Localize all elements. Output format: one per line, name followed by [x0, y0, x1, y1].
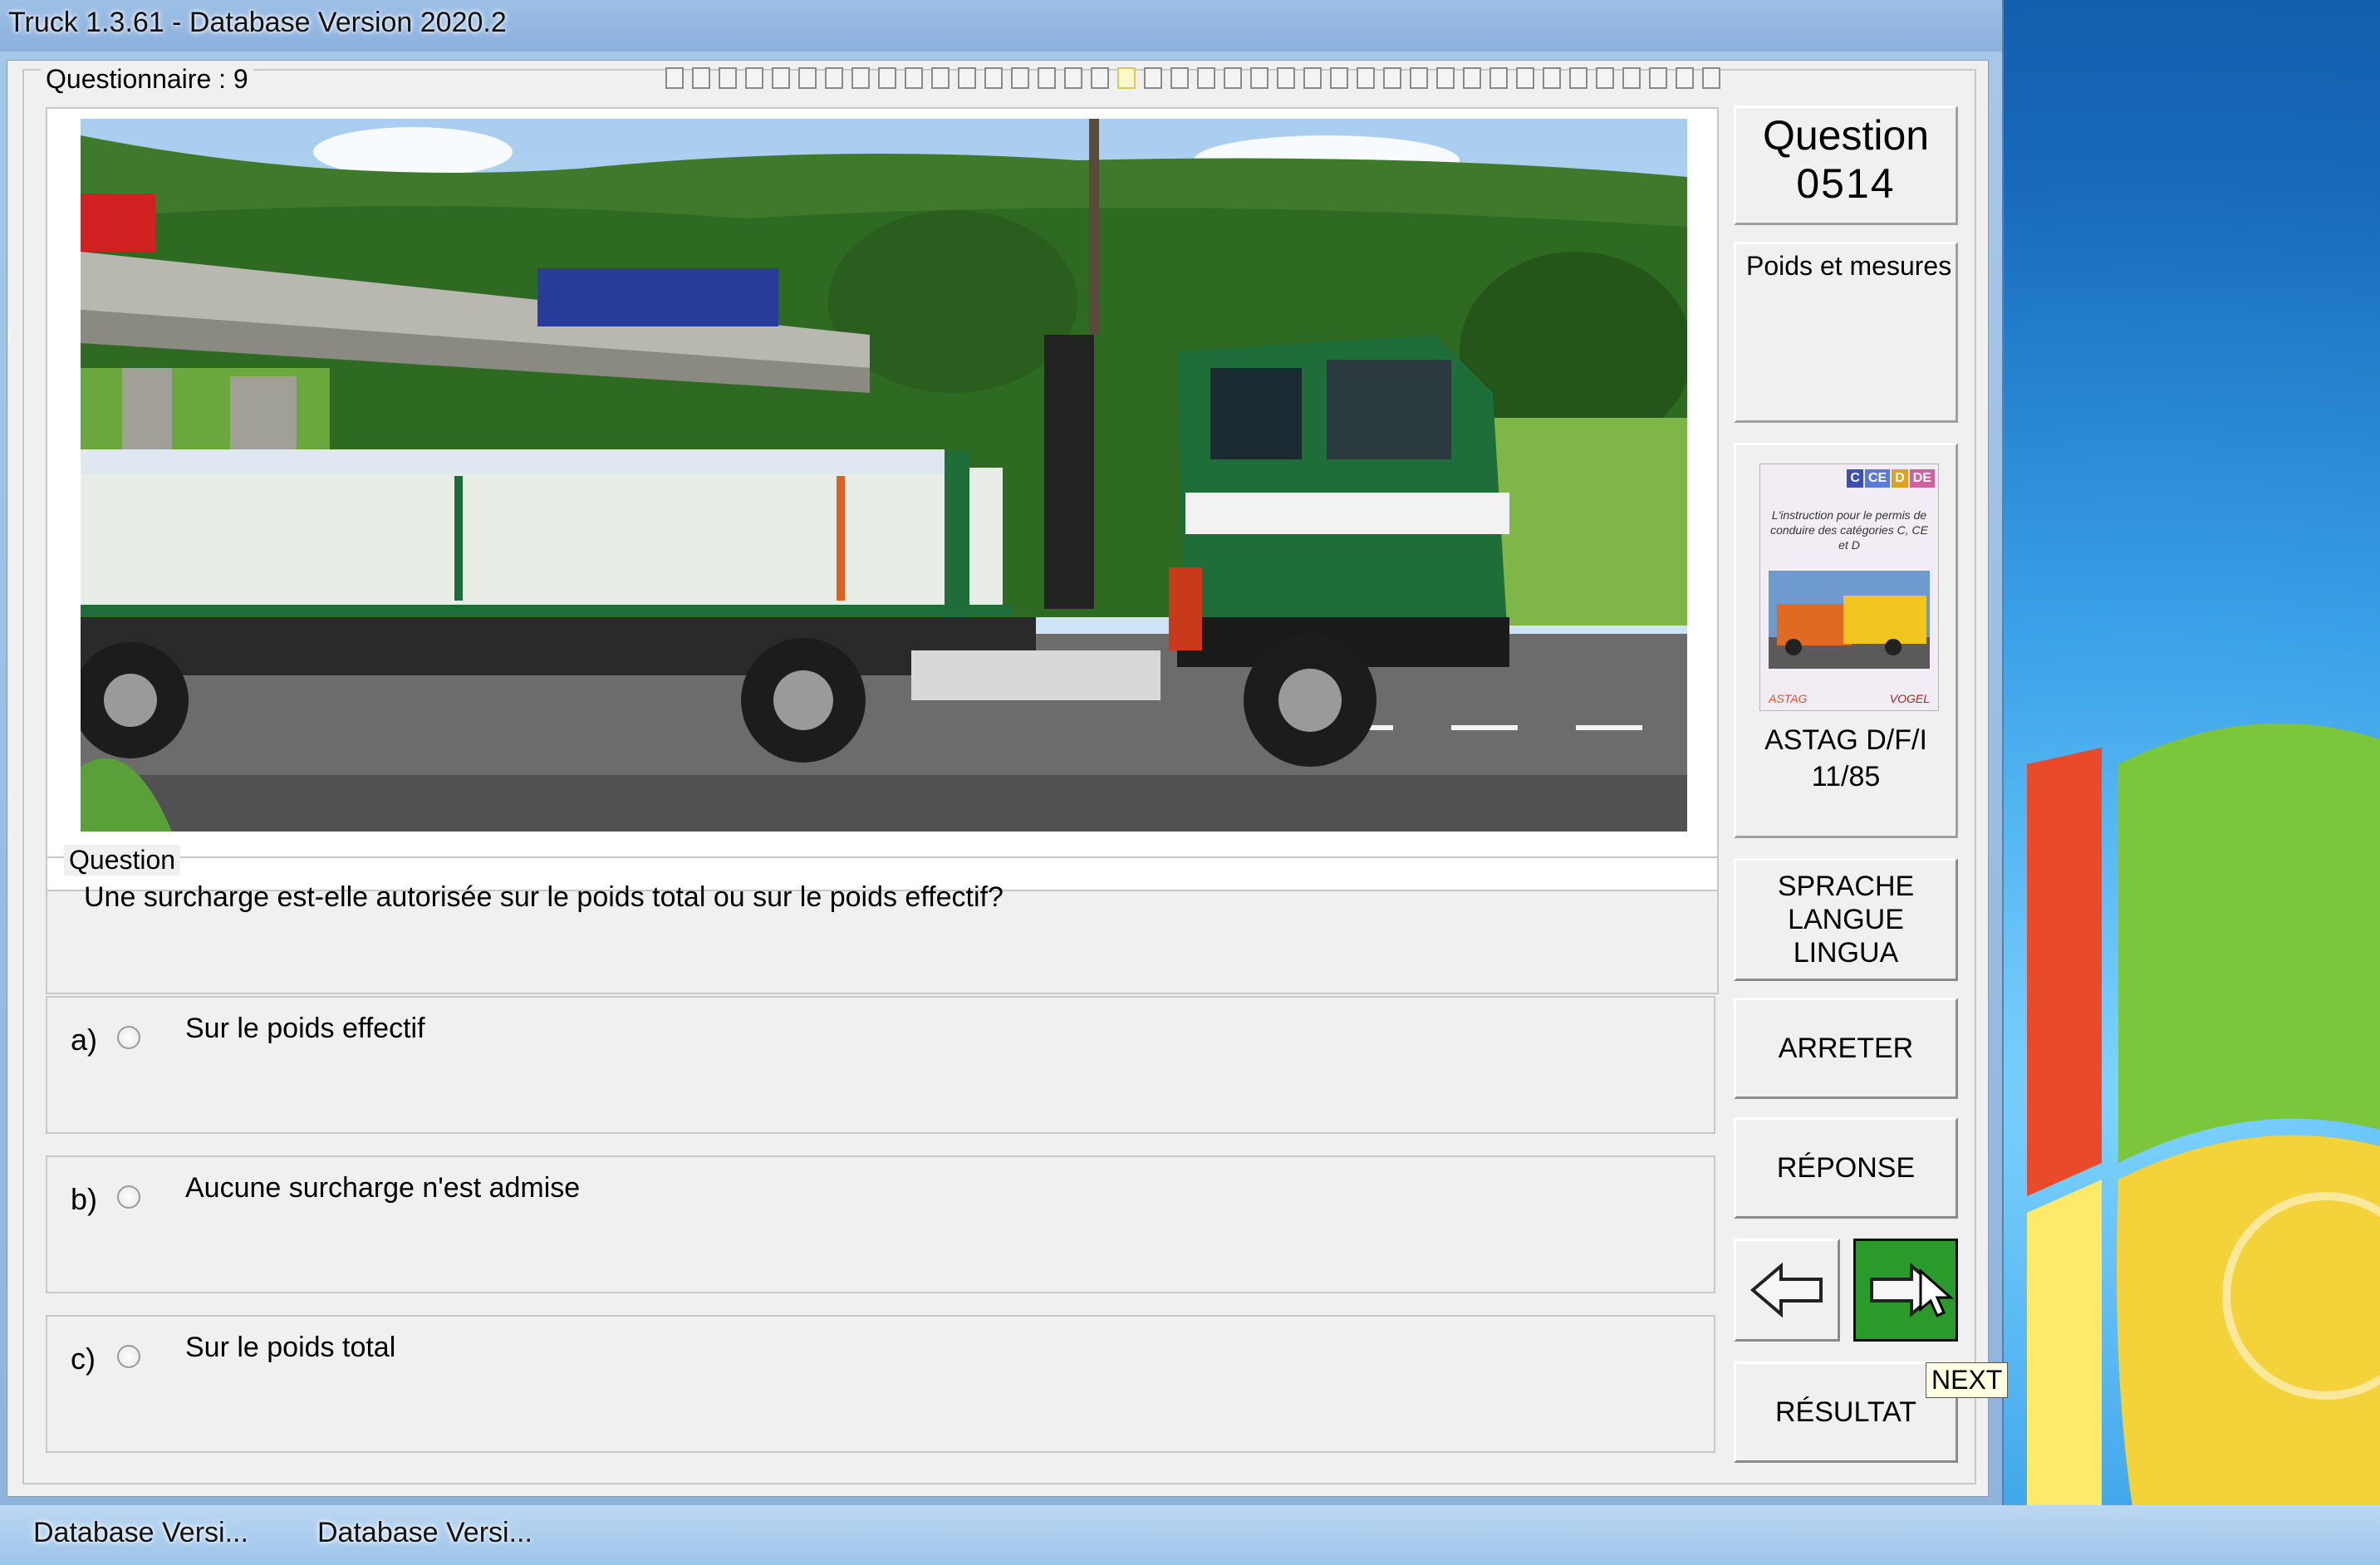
question-legend: Question: [64, 845, 181, 876]
windows-logo-icon: [2027, 723, 2380, 1565]
progress-cell: [1569, 67, 1587, 89]
progress-cell: [1649, 67, 1667, 89]
progress-cell: [825, 67, 843, 89]
progress-cell: [958, 67, 976, 89]
title-bar[interactable]: Truck 1.3.61 - Database Version 2020.2: [0, 0, 2002, 52]
progress-cell: [1463, 67, 1481, 89]
question-image: [81, 119, 1687, 832]
main-window: Truck 1.3.61 - Database Version 2020.2 Q…: [0, 0, 2009, 1505]
answer-option-a[interactable]: a) Sur le poids effectif: [46, 996, 1715, 1134]
progress-cell: [931, 67, 950, 89]
progress-cell: [851, 67, 870, 89]
question-image-frame: [46, 107, 1719, 891]
book-badge: CE: [1864, 469, 1891, 488]
answer-text: Sur le poids total: [185, 1332, 396, 1363]
arrow-left-icon: [1749, 1262, 1823, 1318]
progress-cell: [984, 67, 1003, 89]
progress-cell: [1330, 67, 1348, 89]
answer-letter: a): [71, 1023, 98, 1057]
answer-letter: b): [71, 1182, 98, 1216]
category-panel: Poids et mesures: [1734, 242, 1958, 423]
progress-cell: [1277, 67, 1295, 89]
language-button[interactable]: SPRACHE LANGUE LINGUA: [1734, 858, 1958, 981]
progress-cell: [1011, 67, 1029, 89]
questionnaire-label: Questionnaire : 9: [41, 64, 253, 95]
progress-cell: [1224, 67, 1242, 89]
book-category-badges: C CE D DE: [1847, 469, 1935, 488]
progress-cell: [1516, 67, 1534, 89]
question-number-panel: Question 0514: [1734, 105, 1958, 225]
taskbar: Database Versi... Database Versi...: [0, 1505, 2380, 1565]
progress-cell: [1064, 67, 1082, 89]
progress-cell: [772, 67, 790, 89]
book-cover-footer: ASTAG VOGEL: [1769, 692, 1930, 705]
progress-cell: [1170, 67, 1189, 89]
book-cover-image: C CE D DE L'instruction pour le permis de c…: [1759, 464, 1939, 711]
book-badge: DE: [1909, 469, 1935, 488]
book-badge: D: [1892, 469, 1908, 488]
progress-cell: [1144, 67, 1162, 89]
progress-cell: [1410, 67, 1428, 89]
book-cover-photo: [1769, 571, 1930, 669]
progress-strip: [665, 67, 1960, 91]
book-cover-title: L'instruction pour le permis de conduire…: [1770, 508, 1928, 552]
book-reference-panel: C CE D DE L'instruction pour le permis de c…: [1734, 443, 1958, 838]
result-button[interactable]: RÉSULTAT: [1734, 1361, 1958, 1463]
answer-c-radio[interactable]: [117, 1345, 140, 1368]
progress-cell: [745, 67, 763, 89]
progress-cell: [1622, 67, 1641, 89]
progress-cell: [878, 67, 896, 89]
question-number-label: Question: [1762, 112, 1930, 159]
previous-button[interactable]: [1734, 1239, 1840, 1342]
book-publisher-right: VOGEL: [1889, 692, 1930, 705]
question-text: Une surcharge est-elle autorisée sur le …: [84, 881, 1004, 913]
progress-cell: [1197, 67, 1215, 89]
answer-text: Sur le poids effectif: [185, 1013, 425, 1044]
next-tooltip: NEXT: [1926, 1362, 2009, 1398]
taskbar-item-1[interactable]: Database Versi...: [33, 1517, 248, 1549]
progress-cell: [1489, 67, 1508, 89]
window-title: Truck 1.3.61 - Database Version 2020.2: [8, 7, 507, 38]
progress-cell: [1596, 67, 1614, 89]
progress-cell: [1091, 67, 1109, 89]
answer-button[interactable]: RÉPONSE: [1734, 1117, 1958, 1219]
book-publisher-left: ASTAG: [1769, 692, 1808, 705]
progress-cell: [1702, 67, 1720, 89]
answer-option-c[interactable]: c) Sur le poids total: [46, 1315, 1715, 1453]
book-label-line2: 11/85: [1811, 761, 1881, 792]
progress-cell: [905, 67, 923, 89]
progress-cell: [665, 67, 684, 89]
answer-a-radio[interactable]: [117, 1026, 140, 1049]
progress-cell: [798, 67, 817, 89]
answer-text: Aucune surcharge n'est admise: [185, 1172, 581, 1204]
cursor-icon: [1919, 1269, 1954, 1318]
question-number-value: 0514: [1796, 160, 1896, 207]
answer-b-radio[interactable]: [117, 1185, 140, 1209]
book-label-line1: ASTAG D/F/I: [1764, 724, 1927, 756]
progress-cell: [1383, 67, 1401, 89]
progress-cell: [692, 67, 710, 89]
progress-cell: [1250, 67, 1269, 89]
taskbar-item-2[interactable]: Database Versi...: [317, 1517, 532, 1549]
progress-cell: [1436, 67, 1455, 89]
book-badge: C: [1847, 469, 1863, 488]
question-group: Question Une surcharge est-elle autorisé…: [46, 845, 1719, 994]
progress-cell: [1117, 67, 1136, 89]
category-label: Poids et mesures: [1746, 251, 1952, 281]
client-area: Questionnaire : 9 Question 0514 Poids et…: [7, 60, 1989, 1497]
answer-letter: c): [71, 1342, 96, 1376]
progress-cell: [1303, 67, 1322, 89]
progress-cell: [1676, 67, 1694, 89]
answer-option-b[interactable]: b) Aucune surcharge n'est admise: [46, 1155, 1715, 1293]
progress-cell: [1357, 67, 1375, 89]
progress-cell: [1038, 67, 1056, 89]
stop-button[interactable]: ARRETER: [1734, 998, 1958, 1099]
progress-cell: [1543, 67, 1561, 89]
progress-cell: [719, 67, 737, 89]
